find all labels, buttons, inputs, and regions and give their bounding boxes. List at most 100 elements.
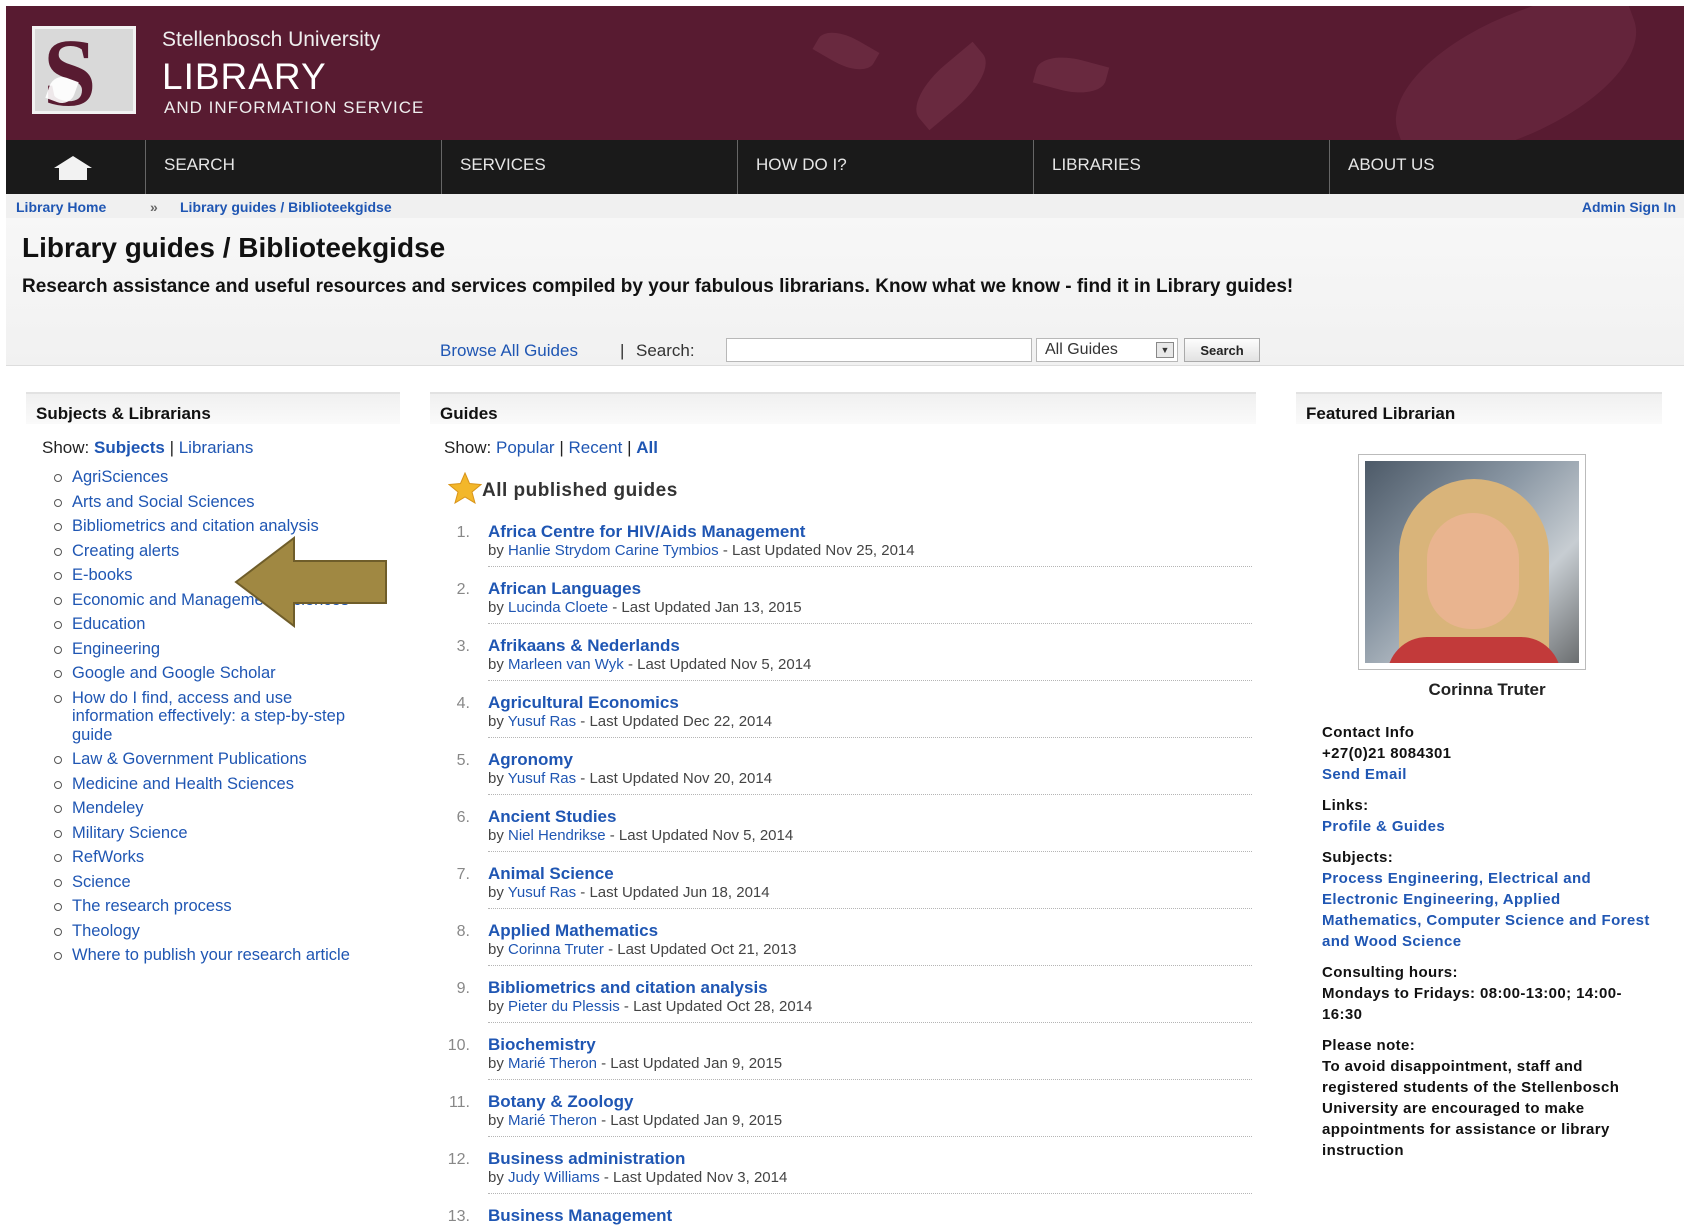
guide-title-link[interactable]: Agronomy xyxy=(488,750,573,770)
nav-services[interactable]: SERVICES xyxy=(442,140,738,194)
guide-row: 5. Agronomy by Yusuf Ras - Last Updated … xyxy=(438,750,1252,807)
guide-title-link[interactable]: Applied Mathematics xyxy=(488,921,658,941)
subject-item-bibliometrics[interactable]: Bibliometrics and citation analysis xyxy=(54,517,374,536)
consulting-hours: Mondays to Fridays: 08:00-13:00; 14:00-1… xyxy=(1322,985,1622,1023)
library-title: LIBRARY xyxy=(162,56,327,97)
guide-author-link[interactable]: Hanlie Strydom Carine Tymbios xyxy=(508,542,719,559)
show-popular-link[interactable]: Popular xyxy=(496,438,555,457)
show-recent-link[interactable]: Recent xyxy=(568,438,622,457)
guide-title-link[interactable]: Agricultural Economics xyxy=(488,693,679,713)
guide-row: 1. Africa Centre for HIV/Aids Management… xyxy=(438,522,1252,579)
guide-author-link[interactable]: Judy Williams xyxy=(508,1169,600,1186)
guide-title-link[interactable]: Africa Centre for HIV/Aids Management xyxy=(488,522,805,542)
guide-meta: by Lucinda Cloete - Last Updated Jan 13,… xyxy=(488,599,802,616)
subject-item-where-to-publish[interactable]: Where to publish your research article xyxy=(54,946,374,965)
guide-title-link[interactable]: African Languages xyxy=(488,579,641,599)
show-librarians-link[interactable]: Librarians xyxy=(179,438,254,457)
photo-shirt xyxy=(1387,637,1561,663)
guide-title-link[interactable]: Biochemistry xyxy=(488,1035,596,1055)
guide-title-link[interactable]: Business administration xyxy=(488,1149,685,1169)
search-input[interactable] xyxy=(726,338,1032,362)
guide-title-link[interactable]: Animal Science xyxy=(488,864,614,884)
guide-author-link[interactable]: Yusuf Ras xyxy=(508,770,576,787)
subject-item-how-do-i-find[interactable]: How do I find, access and use informatio… xyxy=(54,689,374,745)
subject-item-research-process[interactable]: The research process xyxy=(54,897,374,916)
subject-item-google[interactable]: Google and Google Scholar xyxy=(54,664,374,683)
subject-item-theology[interactable]: Theology xyxy=(54,922,374,941)
nav-how-do-i[interactable]: HOW DO I? xyxy=(738,140,1034,194)
librarian-photo xyxy=(1365,461,1579,663)
nav-home[interactable] xyxy=(6,140,146,194)
page-description: Research assistance and useful resources… xyxy=(22,276,1294,297)
slide-frame: S Stellenbosch University LIBRARY AND IN… xyxy=(6,6,1684,1232)
guide-title-link[interactable]: Afrikaans & Nederlands xyxy=(488,636,680,656)
guide-author-link[interactable]: Marié Theron xyxy=(508,1055,597,1072)
show-all-link[interactable]: All xyxy=(636,438,658,457)
admin-sign-in-link[interactable]: Admin Sign In xyxy=(1582,199,1676,215)
guide-author-link[interactable]: Marleen van Wyk xyxy=(508,656,624,673)
guide-scope-value: All Guides xyxy=(1045,341,1118,358)
guide-list: 1. Africa Centre for HIV/Aids Management… xyxy=(438,522,1252,1232)
subject-item-science[interactable]: Science xyxy=(54,873,374,892)
separator: | xyxy=(620,341,625,360)
divider xyxy=(488,737,1252,738)
breadcrumb-home-link[interactable]: Library Home xyxy=(16,199,106,215)
guide-number: 3. xyxy=(456,638,470,655)
guide-updated: - Last Updated Jan 9, 2015 xyxy=(601,1112,783,1129)
by-label: by xyxy=(488,713,504,730)
guide-title-link[interactable]: Bibliometrics and citation analysis xyxy=(488,978,768,998)
university-logo[interactable]: S xyxy=(32,25,136,121)
note-text: To avoid disappointment, staff and regis… xyxy=(1322,1058,1620,1159)
send-email-link[interactable]: Send Email xyxy=(1322,766,1407,783)
browse-all-guides-link[interactable]: Browse All Guides xyxy=(440,341,578,361)
subject-item-arts[interactable]: Arts and Social Sciences xyxy=(54,493,374,512)
home-icon xyxy=(54,156,92,180)
librarian-subjects-links[interactable]: Process Engineering, Electrical and Elec… xyxy=(1322,870,1650,950)
guide-row: 12. Business administration by Judy Will… xyxy=(438,1149,1252,1206)
guide-title-link[interactable]: Ancient Studies xyxy=(488,807,616,827)
guide-scope-select[interactable]: All Guides ▼ xyxy=(1036,338,1178,362)
guide-row: 11. Botany & Zoology by Marié Theron - L… xyxy=(438,1092,1252,1149)
all-published-guides-header: All published guides xyxy=(447,471,677,506)
guide-author-link[interactable]: Yusuf Ras xyxy=(508,884,576,901)
guide-meta: by Marleen van Wyk - Last Updated Nov 5,… xyxy=(488,656,811,673)
service-subtitle: AND INFORMATION SERVICE xyxy=(164,98,425,117)
separator: | xyxy=(627,438,637,457)
profile-guides-link[interactable]: Profile & Guides xyxy=(1322,818,1445,835)
guide-meta: by Marié Theron - Last Updated Jan 9, 20… xyxy=(488,1055,782,1072)
guide-row: 8. Applied Mathematics by Corinna Truter… xyxy=(438,921,1252,978)
guide-author-link[interactable]: Pieter du Plessis xyxy=(508,998,620,1015)
guide-author-link[interactable]: Corinna Truter xyxy=(508,941,604,958)
librarian-photo-frame[interactable] xyxy=(1358,454,1586,670)
guide-row: 13. Business Management xyxy=(438,1206,1252,1232)
subject-item-military[interactable]: Military Science xyxy=(54,824,374,843)
guide-updated: - Last Updated Nov 5, 2014 xyxy=(627,656,812,673)
subject-item-mendeley[interactable]: Mendeley xyxy=(54,799,374,818)
note-label: Please note: xyxy=(1322,1037,1416,1054)
subject-item-engineering[interactable]: Engineering xyxy=(54,640,374,659)
subject-item-medicine[interactable]: Medicine and Health Sciences xyxy=(54,775,374,794)
guide-title-link[interactable]: Botany & Zoology xyxy=(488,1092,633,1112)
nav-about-us[interactable]: ABOUT US xyxy=(1330,140,1684,194)
guide-author-link[interactable]: Lucinda Cloete xyxy=(508,599,608,616)
guides-heading: Guides xyxy=(430,392,1256,424)
divider xyxy=(488,965,1252,966)
logo-letter: S xyxy=(43,19,97,126)
guide-author-link[interactable]: Marié Theron xyxy=(508,1112,597,1129)
subject-item-agrisciences[interactable]: AgriSciences xyxy=(54,468,374,487)
guide-author-link[interactable]: Niel Hendrikse xyxy=(508,827,606,844)
guide-author-link[interactable]: Yusuf Ras xyxy=(508,713,576,730)
by-label: by xyxy=(488,1055,504,1072)
guide-number: 9. xyxy=(456,980,470,997)
subject-item-law[interactable]: Law & Government Publications xyxy=(54,750,374,769)
guide-number: 7. xyxy=(456,866,470,883)
subject-item-refworks[interactable]: RefWorks xyxy=(54,848,374,867)
chevron-down-icon[interactable]: ▼ xyxy=(1156,342,1174,358)
nav-search[interactable]: SEARCH xyxy=(146,140,442,194)
decorative-leaf xyxy=(1032,49,1110,101)
search-button[interactable]: Search xyxy=(1184,338,1260,362)
breadcrumb-current-link[interactable]: Library guides / Biblioteekgidse xyxy=(180,199,392,215)
guide-title-link[interactable]: Business Management xyxy=(488,1206,672,1226)
show-subjects-link[interactable]: Subjects xyxy=(94,438,165,457)
nav-libraries[interactable]: LIBRARIES xyxy=(1034,140,1330,194)
